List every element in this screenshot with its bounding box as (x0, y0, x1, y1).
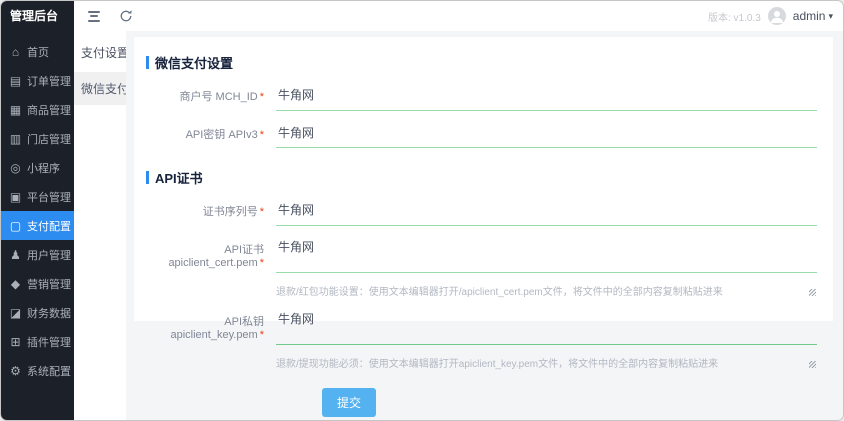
sidebar-item-label: 门店管理 (27, 131, 71, 147)
sidebar-item-label: 首页 (27, 44, 49, 60)
refresh-icon[interactable] (118, 8, 134, 24)
submit-button[interactable]: 提交 (322, 388, 376, 417)
sidebar-item-label: 财务数据 (27, 305, 71, 321)
plugins-icon: ⊞ (9, 335, 22, 349)
sidebar-item-users[interactable]: ♟ 用户管理 (1, 240, 74, 269)
required-mark: * (260, 329, 264, 341)
stores-icon: ▥ (9, 132, 22, 146)
orders-icon: ▤ (9, 74, 22, 88)
sidebar-item-label: 小程序 (27, 160, 60, 176)
required-mark: * (260, 91, 264, 103)
primary-sidebar: 管理后台 ⌂ 首页 ▤ 订单管理 ▦ 商品管理 ▥ 门店管理 ◎ 小程序 (1, 1, 74, 420)
sidebar-item-stores[interactable]: ▥ 门店管理 (1, 124, 74, 153)
api-cert-label: API证书 apiclient_cert.pem* (146, 239, 276, 269)
section-title-text: 微信支付设置 (155, 53, 233, 72)
settings-icon: ⚙ (9, 364, 22, 378)
api-key-label: API密钥 APIv3* (146, 124, 276, 142)
form-row-cert-serial: 证书序列号* (146, 201, 819, 226)
sidebar-item-miniprogram[interactable]: ◎ 小程序 (1, 153, 74, 182)
username-label: admin (793, 9, 826, 23)
home-icon: ⌂ (9, 45, 22, 59)
sidebar-item-label: 商品管理 (27, 102, 71, 118)
sidebar-item-label: 营销管理 (27, 276, 71, 292)
avatar[interactable] (768, 7, 786, 25)
sidebar-item-plugins[interactable]: ⊞ 插件管理 (1, 327, 74, 356)
api-cert-textarea[interactable]: 牛角网 (276, 239, 817, 273)
chevron-down-icon: ▾ (828, 11, 833, 22)
payment-icon: ▢ (9, 219, 22, 233)
collapse-menu-icon[interactable] (86, 8, 102, 24)
sidebar-nav: ⌂ 首页 ▤ 订单管理 ▦ 商品管理 ▥ 门店管理 ◎ 小程序 ▣ 平台管理 (1, 37, 74, 385)
sidebar-item-label: 系统配置 (27, 363, 71, 379)
submenu-title: 支付设置 (74, 31, 126, 72)
mch-id-input[interactable] (276, 88, 817, 111)
api-private-key-textarea[interactable]: 牛角网 (276, 311, 817, 345)
sidebar-item-orders[interactable]: ▤ 订单管理 (1, 66, 74, 95)
api-cert-help-text: 退款/红包功能设置：使用文本编辑器打开/apiclient_cert.pem文件… (276, 283, 817, 298)
section-api-certificate: API证书 (146, 168, 819, 187)
sidebar-item-marketing[interactable]: ◆ 营销管理 (1, 269, 74, 298)
sidebar-item-label: 支付配置 (27, 218, 71, 234)
version-label: 版本: v1.0.3 (708, 9, 761, 24)
marketing-icon: ◆ (9, 277, 22, 291)
main-content: 微信支付设置 商户号 MCH_ID* API密钥 APIv3* (126, 31, 843, 420)
settings-card: 微信支付设置 商户号 MCH_ID* API密钥 APIv3* (134, 37, 833, 321)
sidebar-item-label: 平台管理 (27, 189, 71, 205)
sidebar-item-system[interactable]: ⚙ 系统配置 (1, 356, 74, 385)
users-icon: ♟ (9, 248, 22, 262)
sidebar-item-label: 订单管理 (27, 73, 71, 89)
form-row-api-key: API密钥 APIv3* (146, 124, 819, 149)
form-row-mch-id: 商户号 MCH_ID* (146, 86, 819, 111)
sidebar-item-home[interactable]: ⌂ 首页 (1, 37, 74, 66)
section-wechat-pay-settings: 微信支付设置 (146, 53, 819, 72)
products-icon: ▦ (9, 103, 22, 117)
sidebar-item-payment-config[interactable]: ▢ 支付配置 (1, 211, 74, 240)
api-private-key-help-text: 退款/提现功能必须：使用文本编辑器打开apiclient_key.pem文件，将… (276, 355, 817, 370)
finance-icon: ◪ (9, 306, 22, 320)
sidebar-item-finance[interactable]: ◪ 财务数据 (1, 298, 74, 327)
mch-id-label: 商户号 MCH_ID* (146, 86, 276, 104)
cert-serial-label: 证书序列号* (146, 201, 276, 219)
miniprogram-icon: ◎ (9, 161, 22, 175)
cert-serial-input[interactable] (276, 203, 817, 226)
sidebar-item-products[interactable]: ▦ 商品管理 (1, 95, 74, 124)
resize-handle-icon[interactable] (809, 361, 816, 368)
required-mark: * (260, 129, 264, 141)
required-mark: * (260, 257, 264, 269)
section-accent-bar (146, 56, 149, 69)
sidebar-item-label: 插件管理 (27, 334, 71, 350)
admin-window: 管理后台 ⌂ 首页 ▤ 订单管理 ▦ 商品管理 ▥ 门店管理 ◎ 小程序 (0, 0, 844, 421)
topbar: 版本: v1.0.3 admin ▾ (74, 1, 843, 31)
app-logo: 管理后台 (1, 1, 74, 31)
submenu-item-wechat-pay[interactable]: 微信支付 (74, 72, 126, 105)
sidebar-item-label: 用户管理 (27, 247, 71, 263)
form-row-api-cert: API证书 apiclient_cert.pem* 牛角网 退款/红包功能设置：… (146, 239, 819, 298)
required-mark: * (260, 206, 264, 218)
sidebar-item-platform[interactable]: ▣ 平台管理 (1, 182, 74, 211)
submit-row: 提交 (146, 388, 819, 417)
api-private-key-label: API私钥 apiclient_key.pem* (146, 311, 276, 341)
platform-icon: ▣ (9, 190, 22, 204)
secondary-sidebar: 支付设置 微信支付 (74, 31, 126, 420)
api-key-input[interactable] (276, 125, 817, 148)
resize-handle-icon[interactable] (809, 289, 816, 296)
user-menu[interactable]: admin ▾ (793, 9, 833, 23)
form-row-api-private-key: API私钥 apiclient_key.pem* 牛角网 退款/提现功能必须：使… (146, 311, 819, 370)
section-accent-bar (146, 171, 149, 184)
section-title-text: API证书 (155, 168, 203, 187)
